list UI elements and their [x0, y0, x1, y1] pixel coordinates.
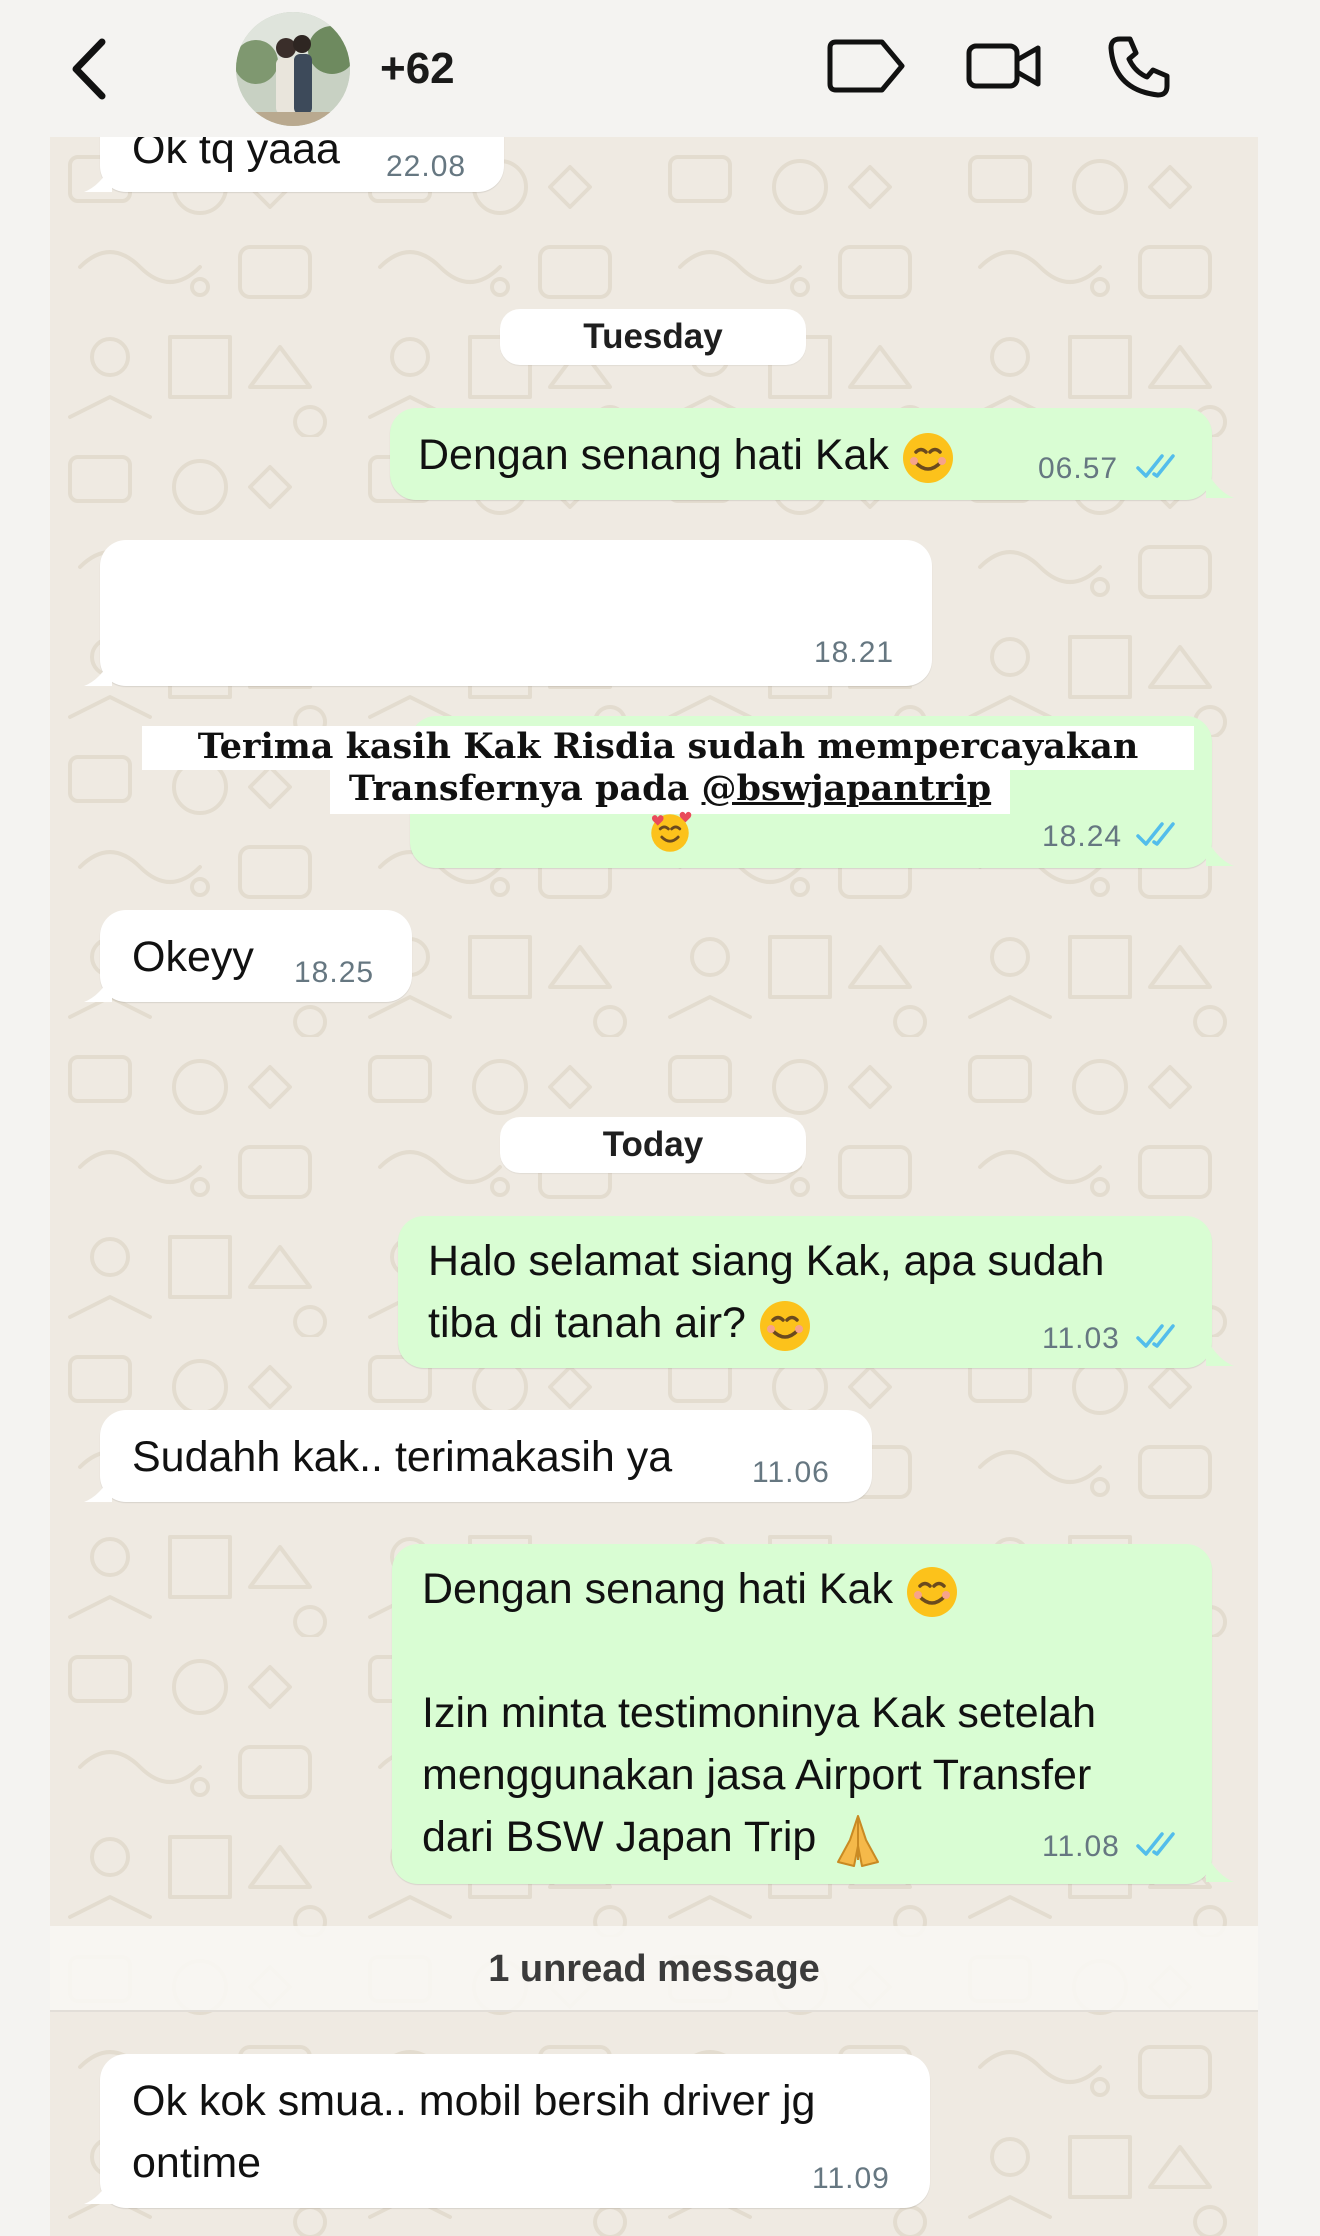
- message-text-line3: menggunakan jasa Airport Transfer: [422, 1751, 1092, 1799]
- read-receipt-icon: [1136, 1324, 1175, 1348]
- message-time: 11.03: [1042, 1322, 1120, 1355]
- read-receipt-icon: [1136, 822, 1175, 846]
- message-bubble-outgoing[interactable]: Dengan senang hati Kak 06.57: [390, 408, 1212, 500]
- message-bubble-incoming[interactable]: 18.21: [100, 540, 932, 686]
- date-separator: Today: [500, 1117, 806, 1173]
- message-bubble-outgoing[interactable]: Dengan senang hati Kak Izin minta testim…: [392, 1544, 1212, 1884]
- label-button[interactable]: [826, 36, 908, 96]
- message-text-line4: dari BSW Japan Trip: [422, 1806, 888, 1870]
- bubble-tail: [1206, 838, 1234, 866]
- read-receipt-icon: [1136, 454, 1175, 478]
- folded-hands-emoji: [837, 1814, 880, 1867]
- message-time: 18.21: [814, 636, 895, 669]
- message-bubble-incoming[interactable]: Okeyy 18.25: [100, 910, 412, 1002]
- message-time: 11.08: [1042, 1830, 1120, 1863]
- message-text: Sudahh kak.. terimakasih ya: [132, 1433, 673, 1481]
- message-time: 22.08: [386, 150, 467, 183]
- message-time: 18.24: [1042, 820, 1123, 853]
- message-bubble-outgoing[interactable]: Halo selamat siang Kak, apa sudah tiba d…: [398, 1216, 1212, 1368]
- avatar-photo: [236, 12, 350, 126]
- chat-header: +62: [0, 0, 1320, 137]
- bubble-tail: [84, 2176, 112, 2204]
- contact-name[interactable]: +62: [380, 44, 455, 94]
- bubble-tail: [84, 164, 112, 192]
- message-text-line1: Halo selamat siang Kak, apa sudah: [428, 1237, 1105, 1285]
- message-text-line1: Ok kok smua.. mobil bersih driver jg: [132, 2077, 816, 2125]
- smiling-face-emoji: [902, 432, 953, 483]
- message-time: 11.09: [812, 2162, 890, 2195]
- bubble-tail: [1206, 1338, 1234, 1366]
- message-time: 06.57: [1038, 452, 1119, 485]
- chevron-left-icon: [72, 38, 106, 100]
- caption-handle-link[interactable]: @bswjapantrip: [702, 768, 992, 809]
- message-text: Okeyy: [132, 933, 254, 981]
- back-button[interactable]: [62, 34, 122, 104]
- message-bubble-incoming[interactable]: Sudahh kak.. terimakasih ya 11.06: [100, 1410, 872, 1502]
- image-caption-line2: Transfernya pada @bswjapantrip: [330, 768, 1010, 852]
- video-camera-icon: [966, 43, 1041, 89]
- smiling-face-emoji: [759, 1300, 810, 1351]
- smiling-face-emoji: [906, 1566, 957, 1617]
- message-text-line2: ontime: [132, 2139, 262, 2187]
- date-separator: Tuesday: [500, 309, 806, 365]
- bubble-tail: [84, 658, 112, 686]
- bubble-tail: [84, 1474, 112, 1502]
- bubble-tail: [1206, 1854, 1234, 1882]
- message-text-line2: Izin minta testimoninya Kak setelah: [422, 1689, 1096, 1737]
- message-bubble-incoming[interactable]: Ok kok smua.. mobil bersih driver jg ont…: [100, 2054, 930, 2208]
- voice-call-button[interactable]: [1106, 34, 1172, 100]
- unread-messages-separator: 1 unread message: [50, 1926, 1258, 2012]
- bubble-tail: [1206, 470, 1234, 498]
- video-call-button[interactable]: [966, 36, 1042, 96]
- caption-text: Transfernya pada: [348, 768, 690, 809]
- message-time: 18.25: [294, 956, 375, 989]
- message-time: 11.06: [752, 1456, 830, 1489]
- smiling-face-with-hearts-emoji: [651, 811, 692, 852]
- image-caption-line1: Terima kasih Kak Risdia sudah mempercaya…: [142, 726, 1194, 809]
- message-text: Dengan senang hati Kak: [418, 424, 955, 486]
- contact-avatar[interactable]: [236, 12, 350, 126]
- label-tag-icon: [827, 39, 905, 93]
- bubble-tail: [84, 974, 112, 1002]
- message-text-line1: Dengan senang hati Kak: [422, 1558, 959, 1620]
- phone-icon: [1108, 36, 1170, 98]
- read-receipt-icon: [1136, 1832, 1175, 1856]
- message-text-line2: tiba di tanah air?: [428, 1292, 812, 1354]
